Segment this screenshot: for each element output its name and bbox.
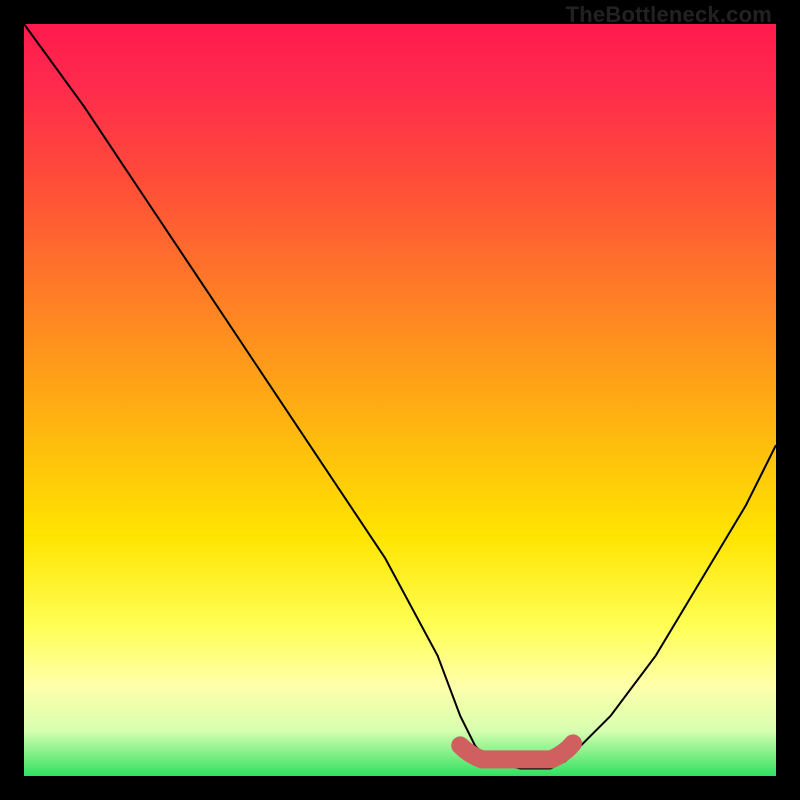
chart-overlay bbox=[24, 24, 776, 776]
bottleneck-curve bbox=[24, 24, 776, 769]
watermark-text: TheBottleneck.com bbox=[566, 2, 772, 28]
valley-highlight bbox=[460, 743, 573, 759]
